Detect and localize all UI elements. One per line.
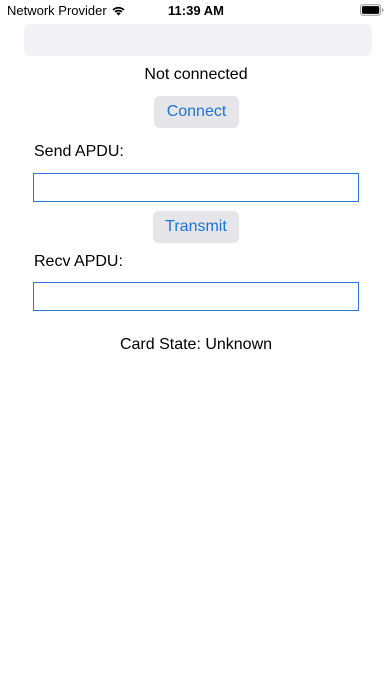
send-apdu-input[interactable]	[33, 173, 359, 202]
send-apdu-label: Send APDU:	[34, 143, 124, 160]
connect-button[interactable]: Connect	[154, 96, 239, 128]
transmit-button[interactable]: Transmit	[153, 211, 239, 243]
app-screen: Network Provider 11:39 AM Not connected …	[0, 0, 392, 696]
recv-apdu-label: Recv APDU:	[34, 253, 123, 270]
card-state: Card State: Unknown	[119, 336, 273, 353]
battery-full-icon	[360, 4, 384, 16]
recv-apdu-input[interactable]	[33, 282, 359, 311]
connection-status: Not connected	[144, 66, 248, 83]
top-text-field[interactable]	[24, 24, 372, 56]
status-bar: Network Provider 11:39 AM	[0, 0, 392, 22]
status-time: 11:39 AM	[168, 3, 224, 18]
